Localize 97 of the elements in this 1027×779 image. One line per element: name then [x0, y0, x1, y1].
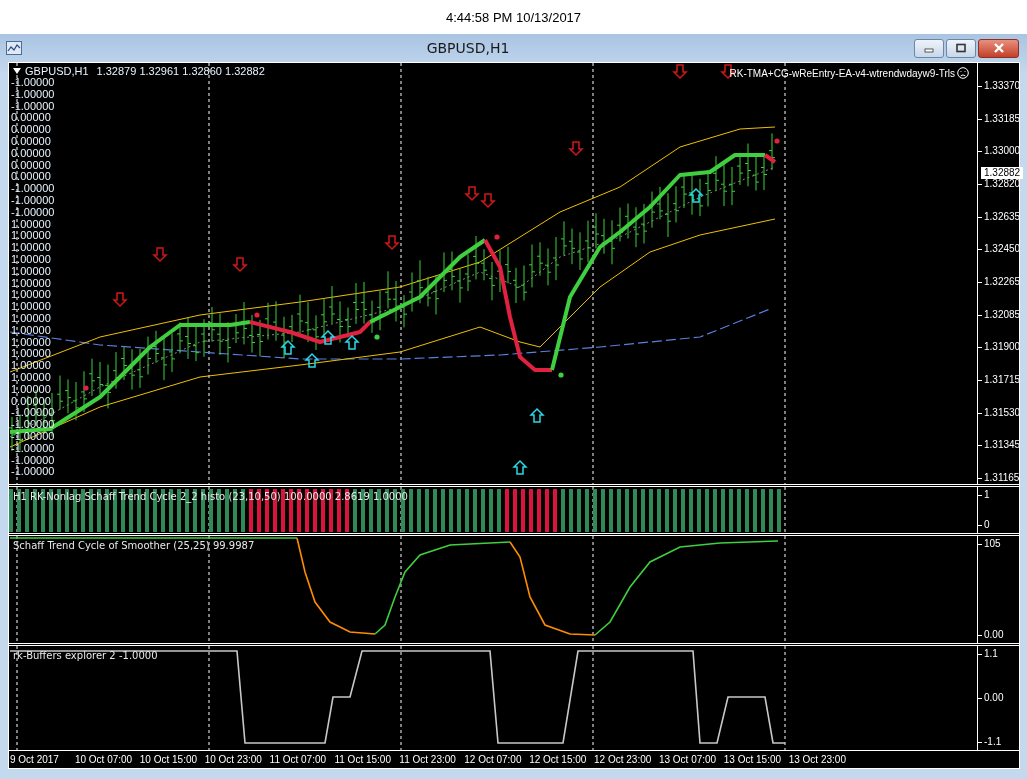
buffer-value: 1.00000	[11, 324, 51, 337]
axis-label: 1.1	[978, 648, 1019, 660]
clock-time: 4:44:58 PM 10/13/2017	[444, 8, 583, 27]
symbol-label: GBPUSD,H1	[25, 64, 89, 77]
down-arrow-icon	[152, 247, 168, 263]
down-arrow-icon	[232, 257, 248, 273]
buffer-value: 0.00000	[11, 159, 51, 172]
down-arrow-icon	[384, 235, 400, 251]
up-arrow-icon	[320, 329, 336, 345]
time-label: 11 Oct 15:00	[334, 753, 392, 765]
price-label: 1.31715	[978, 373, 1019, 386]
signal-dot	[494, 234, 500, 240]
axis-label: 0	[978, 519, 1019, 531]
price-label: 1.32450	[978, 243, 1019, 256]
up-arrow-icon	[344, 334, 360, 350]
buffer-value: 1.00000	[11, 253, 51, 266]
indicator-label: Schaff Trend Cycle of Smoother (25,25) 99.9987	[13, 540, 255, 551]
maximize-button[interactable]	[946, 38, 976, 58]
buffer-value: -1.00000	[11, 442, 55, 455]
time-label: 10 Oct 15:00	[139, 753, 199, 765]
price-label: 1.32820	[978, 177, 1019, 190]
up-arrow-icon	[304, 352, 320, 368]
axis-label: -1.1	[978, 736, 1019, 748]
price-label: 1.31345	[978, 439, 1019, 452]
up-arrow-icon	[688, 187, 704, 203]
buffer-value: 0.00000	[11, 136, 51, 148]
ohlc-values: 1.32879 1.32961 1.32860 1.32882	[96, 64, 265, 77]
price-label: 1.31165	[978, 471, 1019, 484]
time-label: 9 Oct 2017	[10, 753, 60, 765]
price-label: 1.33000	[978, 145, 1019, 158]
maximize-icon	[954, 43, 968, 53]
time-label: 10 Oct 23:00	[204, 753, 263, 765]
buffer-value: -1.00000	[11, 88, 55, 101]
chart-window-icon	[6, 41, 22, 55]
time-label: 12 Oct 15:00	[529, 753, 588, 765]
buffer-value: 1.00000	[11, 230, 51, 243]
price-label: 1.32265	[978, 275, 1019, 288]
buffer-value: 1.00000	[11, 371, 51, 384]
buffer-value: 1.00000	[11, 218, 51, 231]
buffer-value: 1.00000	[11, 265, 51, 278]
signal-dot	[774, 138, 780, 144]
signal-dot	[558, 372, 564, 378]
signal-dot	[254, 312, 260, 318]
price-label: 1.33185	[978, 112, 1019, 125]
buffer-value: 0.00000	[11, 112, 51, 125]
buffer-value: -1.00000	[11, 454, 55, 467]
buffer-value: -1.00000	[11, 183, 55, 195]
time-label: 11 Oct 07:00	[269, 753, 328, 765]
dropdown-icon	[13, 67, 21, 74]
time-label: 12 Oct 07:00	[464, 753, 523, 765]
price-label: 1.33370	[978, 80, 1019, 92]
time-label: 13 Oct 07:00	[658, 753, 718, 765]
window-title: GBPUSD,H1	[425, 40, 511, 56]
buffer-value: 1.00000	[11, 312, 51, 325]
buffer-value: -1.00000	[11, 100, 55, 113]
down-arrow-icon	[568, 141, 584, 157]
buffer-value: 0.00000	[11, 171, 51, 184]
buffer-value: 1.00000	[11, 277, 51, 290]
axis-label: 0.00	[978, 692, 1019, 704]
buffer-value: 1.00000	[11, 242, 51, 254]
buffer-value: -1.00000	[11, 466, 55, 479]
buffer-value: 0.00000	[11, 147, 51, 160]
time-label: 12 Oct 23:00	[594, 753, 653, 765]
time-label: 11 Oct 23:00	[399, 753, 457, 765]
buffer-value: 0.00000	[11, 395, 51, 408]
signal-dot	[374, 334, 380, 340]
up-arrow-icon	[280, 339, 296, 355]
buffer-value: -1.00000	[11, 77, 55, 89]
time-label: 13 Oct 23:00	[788, 753, 847, 765]
down-arrow-icon	[480, 193, 496, 209]
price-label: 1.32635	[978, 210, 1019, 223]
up-arrow-icon	[529, 407, 545, 423]
buffer-value: 1.00000	[11, 301, 51, 313]
buffer-value: -1.00000	[11, 407, 55, 420]
close-icon	[991, 43, 1006, 53]
time-label: 13 Oct 15:00	[723, 753, 783, 765]
axis-label: 0.00	[978, 629, 1019, 641]
buffer-value: 1.00000	[11, 383, 51, 396]
down-arrow-icon	[672, 64, 688, 80]
down-arrow-icon	[112, 292, 128, 308]
time-label: 10 Oct 07:00	[74, 753, 134, 765]
buffer-value: 1.00000	[11, 336, 51, 349]
axis-label: 1	[978, 489, 1019, 501]
indicator-label: rk-Buffers explorer 2 -1.0000	[13, 650, 158, 661]
signal-dot	[83, 385, 89, 391]
sad-face-icon	[957, 67, 969, 79]
down-arrow-icon	[464, 186, 480, 202]
buffer-value: -1.00000	[11, 194, 55, 207]
buffer-value: 0.00000	[11, 124, 51, 136]
buffer-value: 1.00000	[11, 289, 51, 302]
up-arrow-icon	[512, 459, 528, 475]
axis-label: 105	[978, 538, 1019, 550]
buffer-value: -1.00000	[11, 206, 55, 219]
buffer-value: 1.00000	[11, 348, 51, 361]
price-label: 1.32085	[978, 308, 1019, 321]
current-price-label: 1.32882	[981, 167, 1024, 179]
close-button[interactable]	[978, 38, 1019, 58]
